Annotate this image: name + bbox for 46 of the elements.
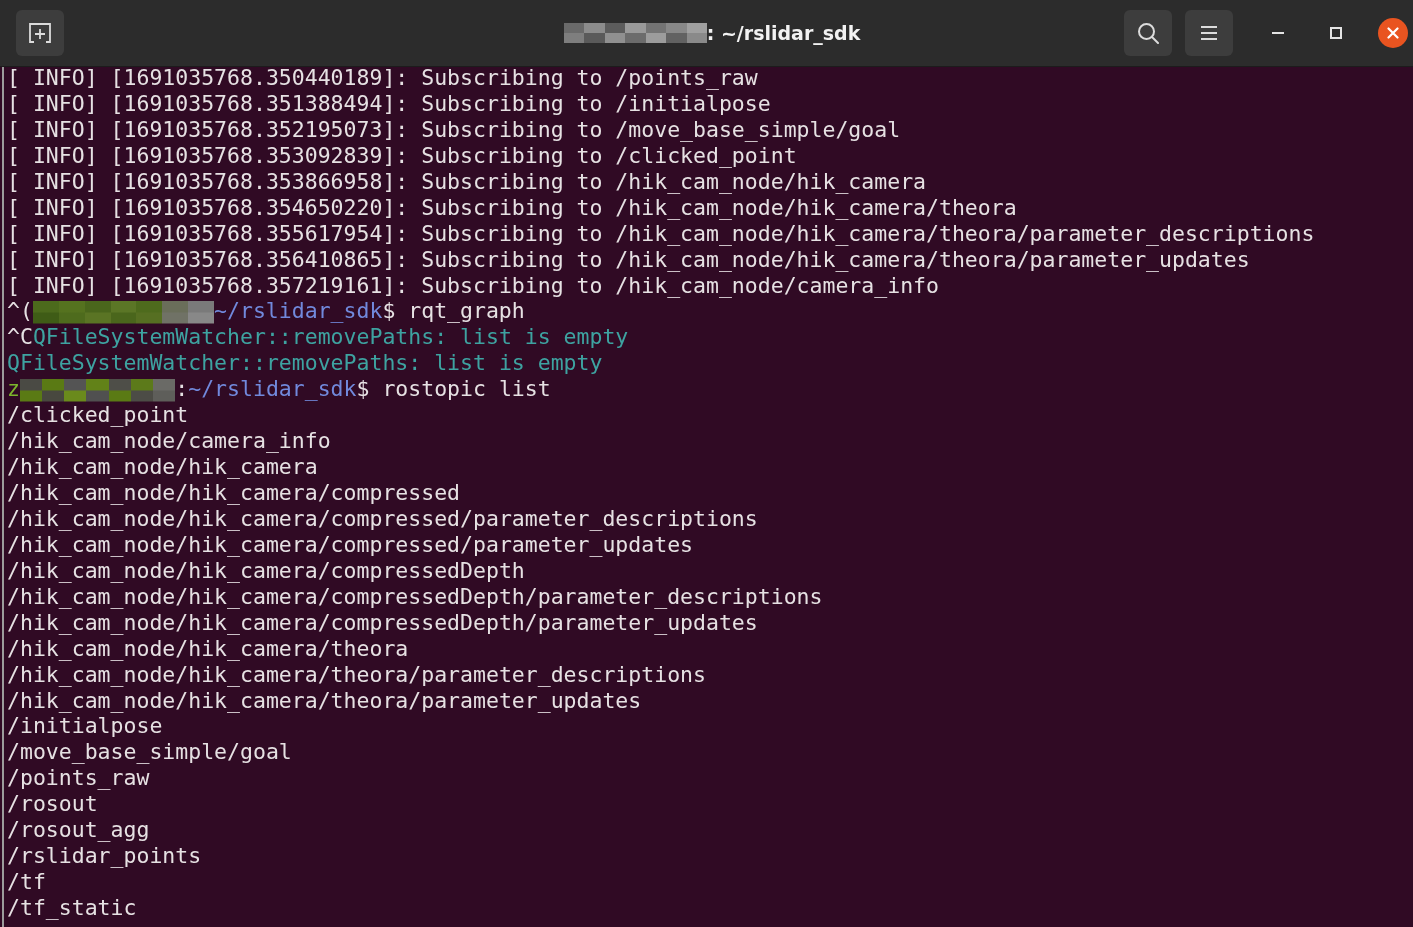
output-line: /hik_cam_node/hik_camera/compressed [7, 480, 461, 505]
output-line: /hik_cam_node/hik_camera/compressed/parameter_descriptions [7, 505, 758, 531]
menu-button[interactable] [1185, 10, 1233, 56]
minimize-icon [1272, 32, 1284, 34]
prompt-text: :~/rslidar_sdk$ rostopic list [175, 376, 551, 402]
output-line: [ INFO] [1691035768.354650220]: Subscribing to /hik_cam_node/hik_camera/theora [7, 194, 1017, 220]
output-line: /hik_cam_node/hik_camera/compressed/parameter_updates [7, 531, 694, 557]
output-line: /hik_cam_node/hik_camera/theora [7, 635, 409, 661]
output-line: /initialpose [7, 713, 163, 739]
prompt-text: z [7, 376, 20, 402]
output-line: /points_raw [7, 765, 150, 791]
new-tab-button[interactable] [16, 10, 64, 56]
warning-line: QFileSystemWatcher::removePaths: list is empty [7, 350, 603, 376]
close-button[interactable] [1378, 18, 1408, 48]
output-line: /hik_cam_node/hik_camera/compressedDepth/parameter_updates [7, 609, 758, 635]
output-line: /clicked_point [7, 402, 189, 428]
output-line: [ INFO] [1691035768.352195073]: Subscribing to /move_base_simple/goal [7, 116, 901, 142]
output-line: [ INFO] [1691035768.357219161]: Subscribing to /hik_cam_node/camera_info [7, 272, 939, 298]
output-line: [ INFO] [1691035768.351388494]: Subscribing to /initialpose [7, 90, 771, 116]
output-line: [ INFO] [1691035768.353866958]: Subscribing to /hik_cam_node/hik_camera [7, 168, 927, 194]
prompt-text: ^( [7, 298, 33, 324]
output-line: [ INFO] [1691035768.353092839]: Subscribing to /clicked_point [7, 142, 797, 168]
output-line: /rosout [7, 791, 98, 817]
close-icon [1387, 27, 1399, 39]
output-line: /hik_cam_node/hik_camera/compressedDepth/parameter_descriptions [7, 583, 823, 609]
output-line: /hik_cam_node/hik_camera [7, 454, 318, 480]
plus-box-icon [29, 23, 51, 43]
output-line: /hik_cam_node/camera_info [7, 428, 331, 454]
window-title: : ~/rslidar_sdk [706, 22, 861, 44]
output-line: /tf [7, 869, 46, 895]
search-icon [1137, 22, 1159, 44]
output-line: /rosout_agg [7, 817, 150, 843]
output-line: /hik_cam_node/hik_camera/compressedDepth [7, 557, 525, 583]
search-button[interactable] [1124, 10, 1172, 56]
output-line: [ INFO] [1691035768.356410865]: Subscribing to /hik_cam_node/hik_camera/theora/parameter_updates [7, 246, 1250, 272]
menu-icon [1201, 26, 1217, 40]
output-line: /move_base_simple/goal [7, 739, 292, 765]
output-line: /hik_cam_node/hik_camera/theora/parameter_descriptions [7, 661, 706, 687]
prompt-text: ~/rslidar_sdk$ rqt_graph [214, 298, 525, 324]
warning-line: ^CQFileSystemWatcher::removePaths: list is empty [7, 324, 629, 350]
output-line: /hik_cam_node/hik_camera/theora/parameter_updates [7, 687, 642, 713]
output-line: [ INFO] [1691035768.350440189]: Subscribing to /points_raw [7, 67, 758, 90]
output-line: [ INFO] [1691035768.355617954]: Subscribing to /hik_cam_node/hik_camera/theora/parameter_descriptions [7, 220, 1315, 246]
output-line: /tf_static [7, 895, 137, 920]
maximize-icon [1330, 27, 1342, 39]
output-line: /rslidar_points [7, 843, 202, 869]
